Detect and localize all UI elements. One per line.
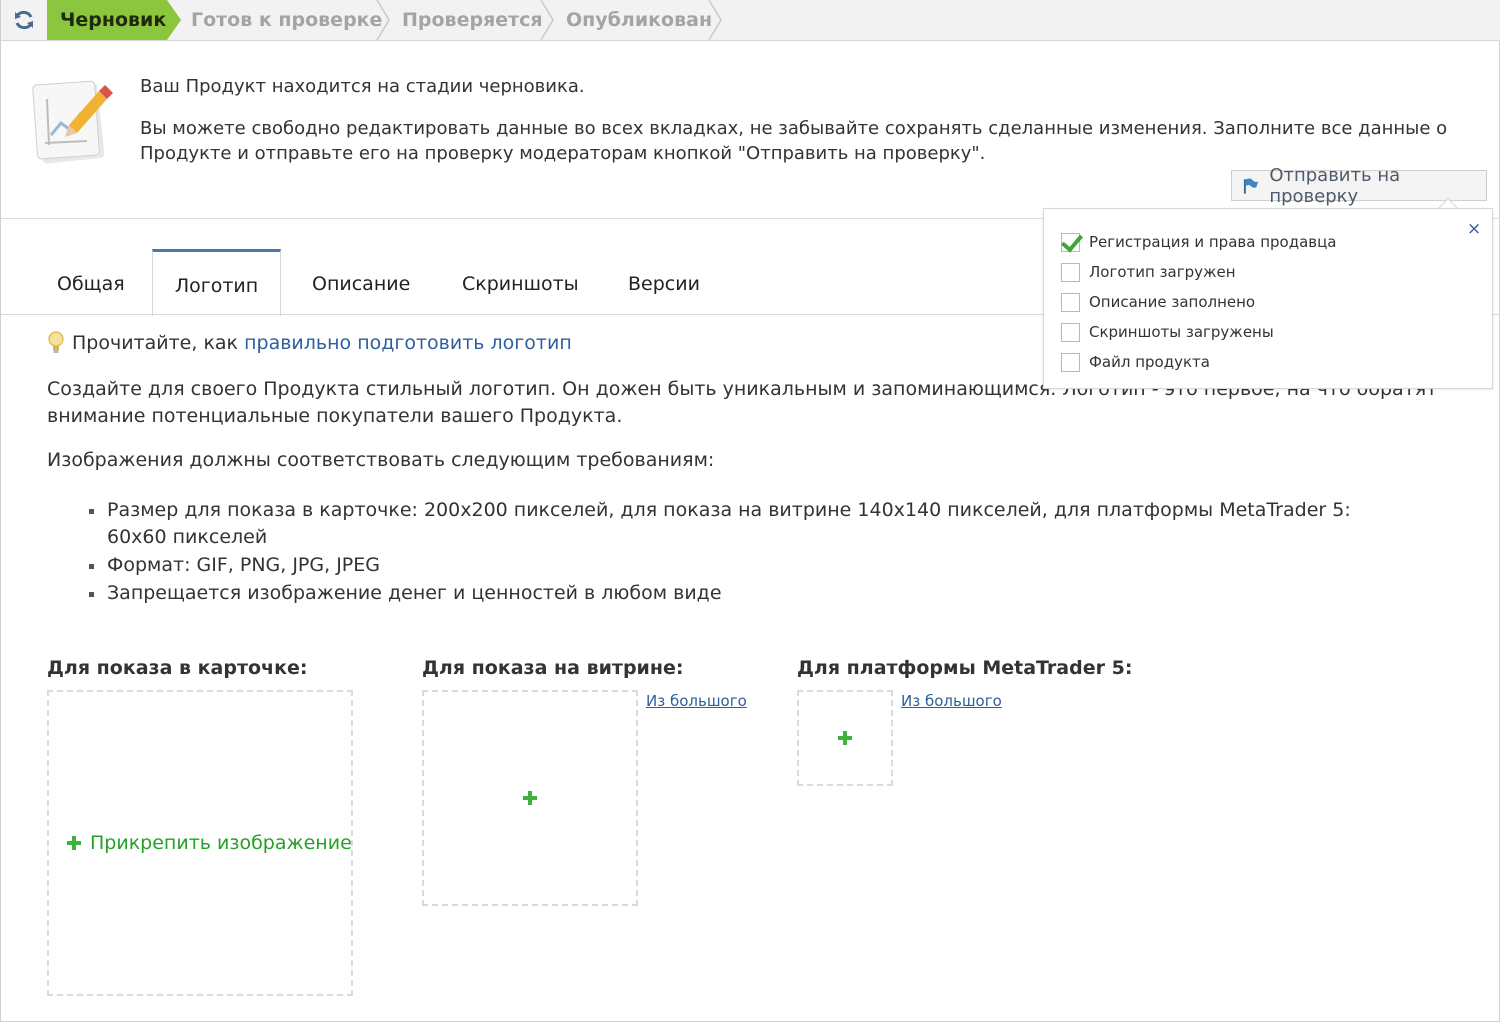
checklist-label: Регистрация и права продавца	[1089, 233, 1337, 251]
plus-icon	[523, 791, 537, 805]
close-icon[interactable]: ×	[1467, 219, 1481, 239]
showcase-logo-label: Для показа на витрине:	[422, 657, 684, 679]
checklist-item-logo: Логотип загружен	[1061, 261, 1236, 283]
plus-icon	[67, 836, 81, 850]
checklist-item-screenshots: Скриншоты загружены	[1061, 321, 1274, 343]
checklist-label: Скриншоты загружены	[1089, 323, 1274, 341]
mt5-logo-label: Для платформы MetaTrader 5:	[797, 657, 1133, 679]
attach-image-button[interactable]: Прикрепить изображение	[67, 832, 352, 854]
list-item: Формат: GIF, PNG, JPG, JPEG	[89, 552, 1407, 579]
step-separator	[540, 0, 554, 40]
step-arrow	[167, 0, 181, 40]
checkbox	[1061, 292, 1080, 312]
checklist-label: Описание заполнено	[1089, 293, 1256, 311]
tab-logo-label: Логотип	[174, 275, 259, 297]
checkbox	[1061, 262, 1080, 282]
mt5-logo-dropzone[interactable]	[797, 690, 893, 786]
logo-tip: Прочитайте, как правильно подготовить ло…	[47, 331, 572, 355]
checklist-item-registration: Регистрация и права продавца	[1061, 231, 1337, 253]
list-item: Запрещается изображение денег и ценносте…	[89, 580, 1407, 607]
card-logo-label: Для показа в карточке:	[47, 657, 308, 679]
showcase-logo-dropzone[interactable]	[422, 690, 638, 906]
logo-guide-link[interactable]: правильно подготовить логотип	[244, 332, 572, 354]
send-for-review-label: Отправить на проверку	[1269, 164, 1401, 207]
checklist-item-product-file: Файл продукта	[1061, 351, 1210, 373]
tab-logo[interactable]: Логотип	[152, 249, 281, 316]
tab-general-label: Общая	[57, 273, 125, 295]
requirements-heading: Изображения должны соответствовать следу…	[47, 449, 715, 471]
checklist-label: Файл продукта	[1089, 353, 1210, 371]
tab-screenshots[interactable]: Скриншоты	[462, 249, 579, 315]
draft-status-text: Ваш Продукт находится на стадии черновик…	[140, 76, 585, 97]
tab-general[interactable]: Общая	[57, 249, 125, 315]
step-published: Опубликован	[566, 0, 712, 40]
step-draft: Черновик	[47, 0, 167, 40]
checkbox	[1061, 322, 1080, 342]
checklist-item-description: Описание заполнено	[1061, 291, 1255, 313]
step-draft-label: Черновик	[60, 9, 167, 31]
showcase-from-big-link[interactable]: Из большого	[646, 692, 747, 710]
flag-icon	[1243, 177, 1259, 194]
tab-versions-label: Версии	[628, 273, 700, 295]
refresh-icon	[15, 10, 33, 30]
tab-description[interactable]: Описание	[312, 249, 410, 315]
status-bar: Черновик Готов к проверке Проверяется Оп…	[1, 0, 1500, 41]
tab-screenshots-label: Скриншоты	[462, 273, 579, 295]
step-separator	[376, 0, 390, 40]
attach-image-label: Прикрепить изображение	[90, 832, 352, 854]
card-logo-dropzone[interactable]: Прикрепить изображение	[47, 690, 353, 996]
draft-instructions-text: Вы можете свободно редактировать данные …	[140, 118, 1448, 164]
mt5-from-big-link[interactable]: Из большого	[901, 692, 1002, 710]
refresh-button[interactable]	[1, 0, 47, 40]
tip-text: Прочитайте, как	[72, 332, 239, 354]
send-for-review-button[interactable]: Отправить на проверку	[1231, 165, 1487, 207]
checkbox	[1061, 352, 1080, 372]
plus-icon	[838, 731, 852, 745]
lightbulb-icon	[48, 331, 64, 353]
step-ready: Готов к проверке	[191, 0, 382, 40]
checklist-label: Логотип загружен	[1089, 263, 1236, 281]
tab-versions[interactable]: Версии	[628, 249, 700, 315]
step-checking-label: Проверяется	[402, 9, 543, 31]
checkbox-checked	[1061, 232, 1080, 252]
list-item: Размер для показа в карточке: 200x200 пи…	[89, 497, 1407, 551]
document-pencil-icon	[32, 80, 113, 164]
page-frame: Черновик Готов к проверке Проверяется Оп…	[0, 0, 1500, 1022]
step-ready-label: Готов к проверке	[191, 9, 383, 31]
tab-description-label: Описание	[312, 273, 411, 295]
step-checking: Проверяется	[402, 0, 543, 40]
step-published-label: Опубликован	[566, 9, 713, 31]
requirements-list: Размер для показа в карточке: 200x200 пи…	[89, 497, 1407, 608]
step-separator	[708, 0, 722, 40]
